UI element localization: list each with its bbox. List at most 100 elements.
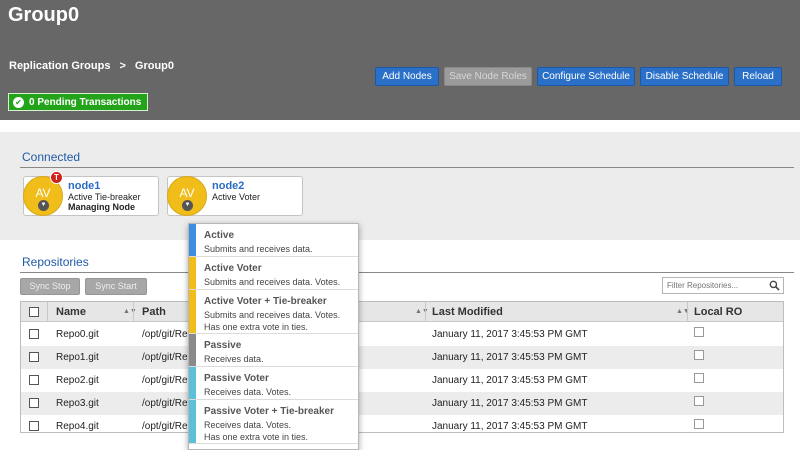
check-icon: ✔ [13, 96, 24, 108]
add-nodes-button[interactable]: Add Nodes [375, 67, 439, 86]
role-option-title: Active [204, 230, 235, 241]
role-option-description: Receives data. [204, 354, 264, 364]
pending-transactions-label: 0 Pending Transactions [29, 96, 142, 108]
repositories-divider [20, 272, 794, 273]
breadcrumb-current: Group0 [134, 60, 175, 72]
role-option-title: Passive Voter [204, 373, 269, 384]
role-option-title: Active Voter + Tie-breaker [204, 296, 327, 307]
role-color-bar [189, 367, 196, 399]
node-name[interactable]: node1 [68, 180, 100, 192]
filter-repositories-input[interactable] [662, 277, 784, 294]
local-ro-checkbox[interactable] [694, 327, 704, 337]
row-select-checkbox[interactable] [29, 375, 39, 385]
column-header-name[interactable]: Name [56, 302, 86, 322]
sort-icon[interactable]: ▲▼ [123, 302, 137, 322]
repo-last-modified: January 11, 2017 3:45:53 PM GMT [432, 352, 588, 363]
table-row[interactable]: Repo2.git /opt/git/Re January 11, 2017 3… [21, 369, 783, 392]
repo-path: /opt/git/Re [142, 421, 188, 432]
repositories-section-title: Repositories [22, 255, 89, 269]
column-header-path[interactable]: Path [142, 302, 166, 322]
repo-path: /opt/git/Re [142, 375, 188, 386]
role-color-bar [189, 400, 196, 443]
role-option-active-voter[interactable]: Active Voter Submits and receives data. … [189, 257, 358, 290]
role-option-description: Receives data. Votes. Has one extra vote … [204, 420, 309, 442]
tie-breaker-badge: T [50, 171, 63, 184]
role-option-title: Passive Voter + Tie-breaker [204, 406, 334, 417]
role-option-title: Active Voter [204, 263, 262, 274]
role-option-passive-voter[interactable]: Passive Voter Receives data. Votes. [189, 367, 358, 400]
save-node-roles-button[interactable]: Save Node Roles [444, 67, 532, 86]
repositories-table: Name ▲▼ Path ▲▼ Last Modified ▲▼ Local R… [20, 301, 784, 433]
chevron-down-icon[interactable]: ▼ [38, 200, 49, 211]
table-row[interactable]: Repo3.git /opt/git/Re January 11, 2017 3… [21, 392, 783, 415]
role-color-bar [189, 257, 196, 289]
node-role: Active Voter [212, 192, 261, 202]
repo-path: /opt/git/Re [142, 352, 188, 363]
role-option-description: Receives data. Votes. [204, 387, 292, 397]
role-option-passive[interactable]: Passive Receives data. [189, 334, 358, 367]
breadcrumb: Replication Groups > Group0 [9, 60, 174, 72]
node-role-dropdown: Active Submits and receives data. Active… [188, 223, 359, 450]
managing-node-label: Managing Node [68, 202, 135, 212]
local-ro-checkbox[interactable] [694, 396, 704, 406]
role-color-bar [189, 290, 196, 333]
node-name[interactable]: node2 [212, 180, 244, 192]
table-row[interactable]: Repo1.git /opt/git/Re January 11, 2017 3… [21, 346, 783, 369]
row-select-checkbox[interactable] [29, 421, 39, 431]
reload-button[interactable]: Reload [734, 67, 782, 86]
breadcrumb-replication-groups[interactable]: Replication Groups [9, 60, 110, 72]
row-select-checkbox[interactable] [29, 352, 39, 362]
configure-schedule-button[interactable]: Configure Schedule [537, 67, 635, 86]
pending-transactions-badge[interactable]: ✔ 0 Pending Transactions [8, 93, 149, 111]
repo-path: /opt/git/Re [142, 398, 188, 409]
sort-icon[interactable]: ▲▼ [415, 302, 429, 322]
table-row[interactable]: Repo4.git /opt/git/Re January 11, 2017 3… [21, 415, 783, 432]
role-color-bar [189, 224, 196, 256]
local-ro-checkbox[interactable] [694, 350, 704, 360]
column-separator [425, 302, 426, 322]
node-card-node1[interactable]: AV T ▼ node1 Active Tie-breaker Managing… [23, 171, 159, 216]
repo-name: Repo2.git [56, 375, 99, 386]
repo-path: /opt/git/Re [142, 329, 188, 340]
repo-name: Repo0.git [56, 329, 99, 340]
column-separator [133, 302, 134, 322]
disable-schedule-button[interactable]: Disable Schedule [640, 67, 729, 86]
connected-divider [20, 167, 794, 168]
breadcrumb-separator: > [119, 60, 126, 72]
repo-last-modified: January 11, 2017 3:45:53 PM GMT [432, 329, 588, 340]
column-separator [687, 302, 688, 322]
row-select-checkbox[interactable] [29, 329, 39, 339]
repo-last-modified: January 11, 2017 3:45:53 PM GMT [432, 398, 588, 409]
role-color-bar [189, 334, 196, 366]
select-all-checkbox[interactable] [29, 307, 39, 317]
table-header: Name ▲▼ Path ▲▼ Last Modified ▲▼ Local R… [21, 302, 783, 322]
role-option-description: Submits and receives data. Votes. [204, 277, 341, 287]
column-header-last-modified[interactable]: Last Modified [432, 302, 503, 322]
repo-name: Repo1.git [56, 352, 99, 363]
repo-name: Repo4.git [56, 421, 99, 432]
page-title: Group0 [8, 4, 80, 26]
repo-name: Repo3.git [56, 398, 99, 409]
repo-last-modified: January 11, 2017 3:45:53 PM GMT [432, 421, 588, 432]
repo-last-modified: January 11, 2017 3:45:53 PM GMT [432, 375, 588, 386]
row-select-checkbox[interactable] [29, 398, 39, 408]
role-option-active[interactable]: Active Submits and receives data. [189, 224, 358, 257]
role-option-passive-voter-tie-breaker[interactable]: Passive Voter + Tie-breaker Receives dat… [189, 400, 358, 444]
local-ro-checkbox[interactable] [694, 373, 704, 383]
page-header: Group0 Replication Groups > Group0 ✔ 0 Pen… [0, 0, 800, 120]
role-option-description: Submits and receives data. [204, 244, 313, 254]
column-header-local-ro[interactable]: Local RO [694, 302, 742, 322]
node-card-node2[interactable]: AV ▼ node2 Active Voter [167, 176, 303, 216]
node-role: Active Tie-breaker [68, 192, 141, 202]
sync-stop-button[interactable]: Sync Stop [20, 278, 80, 295]
chevron-down-icon[interactable]: ▼ [182, 200, 193, 211]
search-icon[interactable] [769, 280, 780, 291]
sync-start-button[interactable]: Sync Start [85, 278, 147, 295]
role-option-title: Passive [204, 340, 242, 351]
role-option-description: Submits and receives data. Votes. Has one… [204, 310, 341, 332]
connected-section-title: Connected [22, 150, 81, 164]
local-ro-checkbox[interactable] [694, 419, 704, 429]
role-option-active-voter-tie-breaker[interactable]: Active Voter + Tie-breaker Submits and r… [189, 290, 358, 334]
table-row[interactable]: Repo0.git /opt/git/Re January 11, 2017 3… [21, 323, 783, 346]
column-separator [47, 302, 48, 322]
